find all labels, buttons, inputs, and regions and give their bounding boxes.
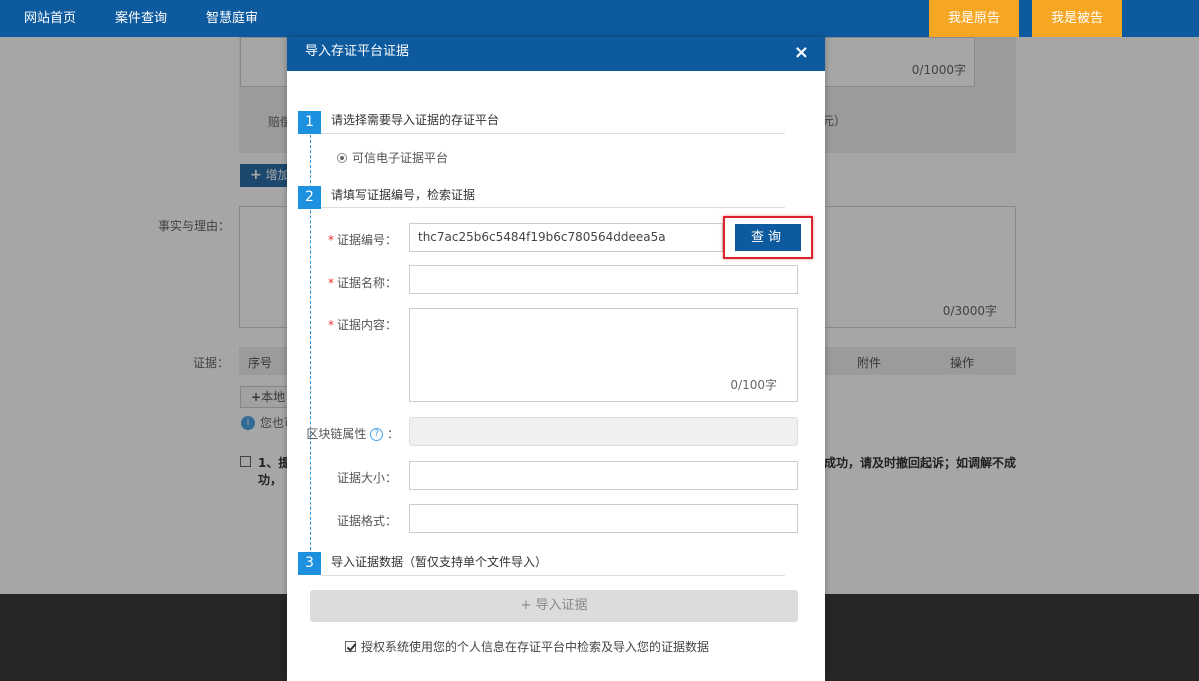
query-highlight-box: 查询: [723, 216, 813, 259]
import-evidence-button[interactable]: + 导入证据: [310, 590, 798, 622]
close-icon[interactable]: ×: [794, 41, 809, 65]
query-button[interactable]: 查询: [735, 224, 801, 251]
step-3-badge: 3: [298, 552, 321, 575]
evidence-name-label: * 证据名称：: [327, 276, 397, 290]
checkbox-checked-icon[interactable]: [345, 641, 356, 652]
plaintiff-button[interactable]: 我是原告: [929, 0, 1019, 37]
step-2-divider: [321, 207, 785, 208]
modal-title: 导入存证平台证据: [305, 44, 410, 59]
import-evidence-modal: 导入存证平台证据 × 1 请选择需要导入证据的存证平台 可信电子证据平台 2 请…: [287, 37, 825, 681]
evidence-format-input[interactable]: [409, 504, 798, 533]
blockchain-label: 区块链属性 ? ：: [306, 427, 399, 441]
platform-option-label: 可信电子证据平台: [352, 151, 449, 165]
top-nav-bar: 网站首页 案件查询 智慧庭审 我是原告 我是被告: [0, 0, 1199, 37]
evidence-size-label: 证据大小：: [336, 471, 397, 485]
defendant-button[interactable]: 我是被告: [1032, 0, 1122, 37]
step-1-badge: 1: [298, 111, 321, 134]
help-icon[interactable]: ?: [370, 428, 384, 441]
step-2-title: 请填写证据编号，检索证据: [331, 188, 476, 202]
step-1-title: 请选择需要导入证据的存证平台: [331, 113, 500, 127]
evidence-name-input[interactable]: [409, 265, 798, 294]
evidence-format-label: 证据格式：: [336, 514, 397, 528]
blockchain-input: [409, 417, 798, 446]
nav-home-link[interactable]: 网站首页: [24, 0, 76, 37]
evidence-content-label: * 证据内容：: [327, 318, 397, 332]
authorization-row[interactable]: 授权系统使用您的个人信息在存证平台中检索及导入您的证据数据: [345, 638, 709, 655]
step-3-divider: [321, 575, 785, 576]
evidence-content-textarea[interactable]: 0/100字: [409, 308, 798, 402]
nav-smart-court-link[interactable]: 智慧庭审: [206, 0, 258, 37]
step-1-divider: [321, 133, 785, 134]
step-3-title: 导入证据数据（暂仅支持单个文件导入）: [331, 555, 548, 569]
evidence-no-input[interactable]: thc7ac25b6c5484f19b6c780564ddeea5a: [409, 223, 723, 252]
authorization-text: 授权系统使用您的个人信息在存证平台中检索及导入您的证据数据: [361, 640, 710, 654]
evidence-size-input[interactable]: [409, 461, 798, 490]
radio-selected-icon: [337, 152, 347, 163]
evidence-no-label: * 证据编号：: [327, 233, 397, 247]
nav-case-query-link[interactable]: 案件查询: [115, 0, 167, 37]
step-2-badge: 2: [298, 186, 321, 209]
content-counter: 0/100字: [730, 378, 777, 392]
modal-header: 导入存证平台证据 ×: [287, 37, 825, 71]
platform-radio-option[interactable]: 可信电子证据平台: [337, 149, 448, 166]
